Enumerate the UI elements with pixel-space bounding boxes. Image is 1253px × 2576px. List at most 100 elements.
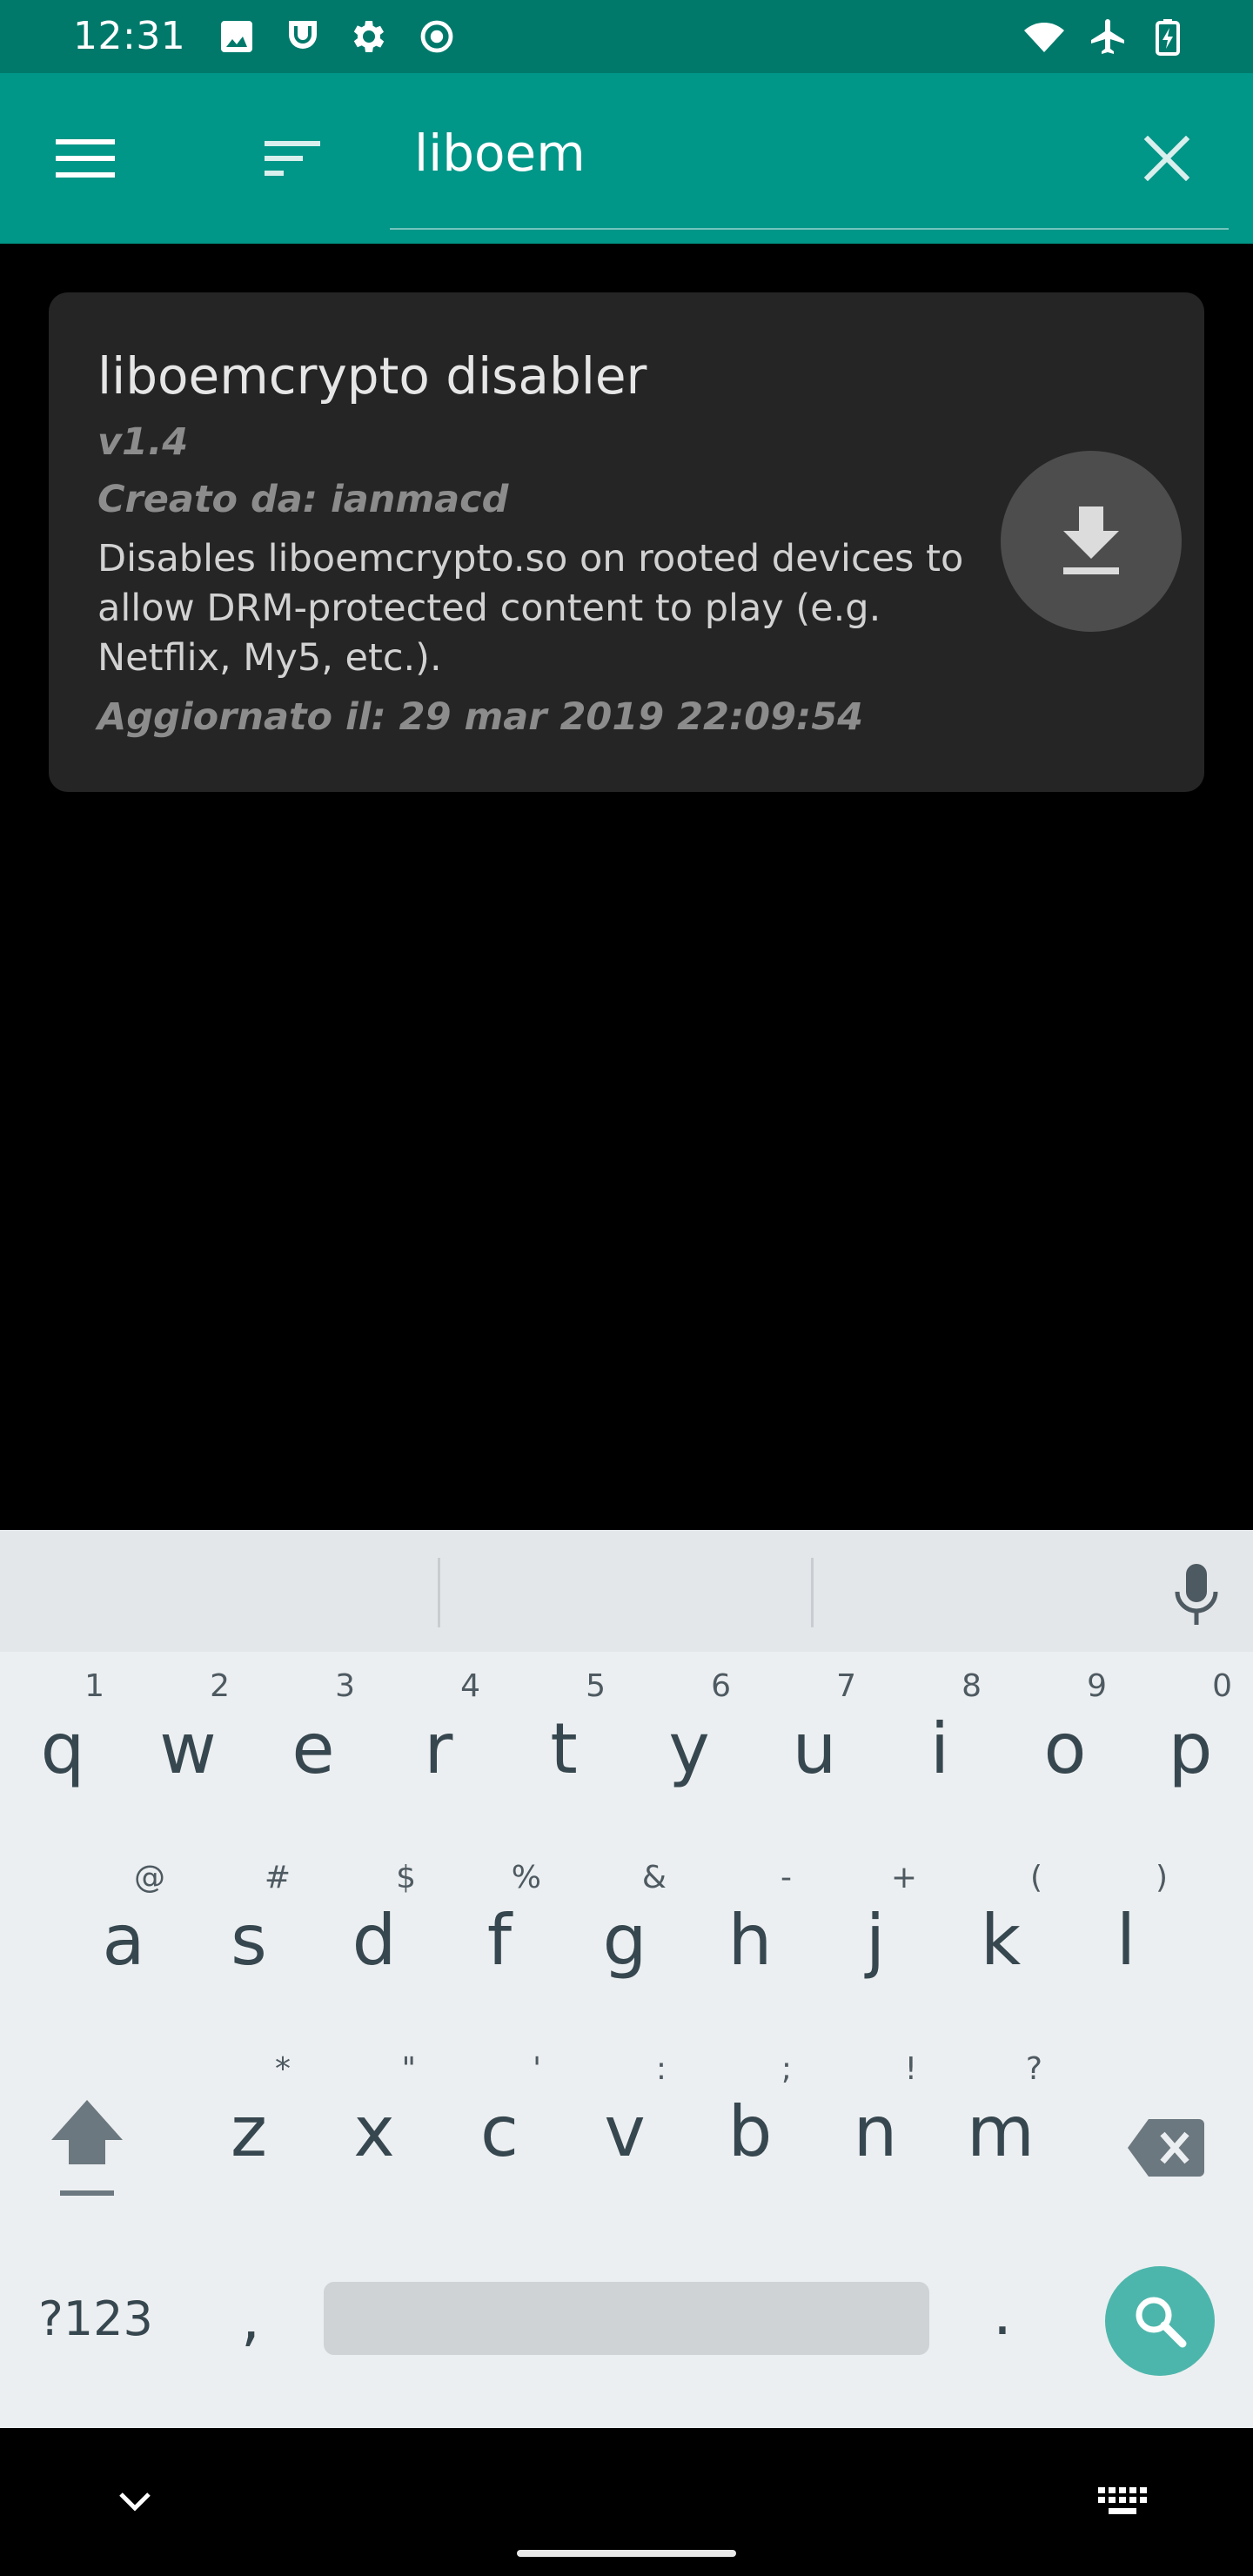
sort-button[interactable]	[251, 117, 334, 200]
key-i[interactable]: 8i	[888, 1652, 992, 1826]
menu-button[interactable]	[44, 117, 127, 200]
key-g[interactable]: & g	[573, 1843, 677, 2017]
key-z[interactable]: * z	[197, 2035, 301, 2209]
key-hint: (	[1029, 1860, 1042, 1895]
key-hint: @	[134, 1860, 165, 1895]
download-icon	[1063, 506, 1119, 574]
key-hint: 1	[84, 1668, 104, 1704]
wifi-icon	[1023, 16, 1065, 57]
key-label: p	[1168, 1708, 1213, 1789]
key-d[interactable]: $ d	[322, 1843, 426, 2017]
suggestion-strip	[0, 1530, 1253, 1652]
key-k[interactable]: (k	[948, 1843, 1053, 2017]
key-y[interactable]: 6y	[637, 1652, 741, 1826]
space-key[interactable]	[324, 2282, 929, 2355]
key-label: x	[353, 2091, 395, 2172]
key-label: a	[102, 1900, 145, 1981]
key-hint: $	[396, 1860, 416, 1895]
key-label: r	[424, 1708, 453, 1789]
key-label: w	[159, 1708, 217, 1789]
key-l[interactable]: ) l	[1074, 1843, 1178, 2017]
key-o[interactable]: 9o	[1013, 1652, 1117, 1826]
download-button[interactable]	[1001, 451, 1182, 632]
key-hint: "	[401, 2051, 416, 2087]
key-hint: '	[533, 2051, 541, 2087]
shift-key[interactable]	[26, 2078, 148, 2217]
key-label: c	[480, 2091, 519, 2172]
key-hint: ?	[1025, 2051, 1042, 2087]
status-time: 12:31	[73, 14, 186, 58]
app-bar	[0, 73, 1253, 244]
key-x[interactable]: " x	[322, 2035, 426, 2209]
module-version: v1.4	[97, 420, 189, 464]
key-n[interactable]: ! n	[823, 2035, 928, 2209]
key-p[interactable]: 0p	[1138, 1652, 1243, 1826]
key-label: b	[727, 2091, 773, 2172]
switch-keyboard-button[interactable]	[1088, 2472, 1157, 2532]
suggestion-divider	[438, 1558, 440, 1627]
key-hint: !	[904, 2051, 917, 2087]
key-label: o	[1043, 1708, 1087, 1789]
module-author: Creato da: ianmacd	[97, 478, 509, 521]
key-label: h	[727, 1900, 773, 1981]
key-label: m	[967, 2091, 1035, 2172]
key-v[interactable]: :v	[573, 2035, 677, 2209]
key-label: u	[792, 1708, 837, 1789]
voice-input-button[interactable]	[1157, 1556, 1236, 1634]
key-hint: 2	[210, 1668, 230, 1704]
key-j[interactable]: + j	[823, 1843, 928, 2017]
key-f[interactable]: % f	[447, 1843, 552, 2017]
key-c[interactable]: ' c	[447, 2035, 552, 2209]
module-card[interactable]: liboemcrypto disabler v1.4 Creato da: ia…	[49, 292, 1204, 792]
battery-charging-icon	[1147, 16, 1189, 57]
key-m[interactable]: ? m	[948, 2035, 1053, 2209]
period-key[interactable]: .	[959, 2270, 1046, 2357]
module-title: liboemcrypto disabler	[97, 346, 647, 406]
search-action-key[interactable]	[1105, 2266, 1215, 2376]
key-label: f	[486, 1900, 513, 1981]
key-label: k	[980, 1900, 1022, 1981]
search-input[interactable]	[414, 118, 1093, 188]
key-label: l	[1116, 1900, 1136, 1981]
gear-icon	[348, 16, 390, 57]
key-u[interactable]: 7u	[762, 1652, 867, 1826]
key-w[interactable]: 2w	[136, 1652, 240, 1826]
key-t[interactable]: 5t	[512, 1652, 616, 1826]
navigation-bar	[0, 2428, 1253, 2576]
hide-keyboard-button[interactable]	[104, 2472, 165, 2532]
key-hint: -	[781, 1860, 792, 1895]
comma-key[interactable]: ,	[207, 2275, 294, 2362]
search-box	[390, 73, 1229, 230]
key-r[interactable]: 4r	[386, 1652, 491, 1826]
key-label: d	[352, 1900, 397, 1981]
image-icon	[216, 16, 258, 57]
key-e[interactable]: 3e	[261, 1652, 365, 1826]
module-description: Disables liboemcrypto.so on rooted devic…	[97, 537, 964, 680]
key-b[interactable]: ; b	[698, 2035, 802, 2209]
key-label: v	[604, 2091, 646, 2172]
key-label: g	[602, 1900, 647, 1981]
key-a[interactable]: @ a	[71, 1843, 176, 2017]
mic-icon	[1175, 1564, 1218, 1625]
chevron-down-icon	[119, 2492, 151, 2512]
key-q[interactable]: 1q	[10, 1652, 115, 1826]
home-gesture-pill[interactable]	[517, 2550, 736, 2557]
key-label: s	[231, 1900, 267, 1981]
key-s[interactable]: # s	[197, 1843, 301, 2017]
backspace-key[interactable]	[1114, 2087, 1218, 2209]
key-h[interactable]: -h	[698, 1843, 802, 2017]
key-label: n	[853, 2091, 898, 2172]
key-hint: 3	[335, 1668, 355, 1704]
keyboard-icon	[1098, 2487, 1147, 2514]
key-hint: ;	[781, 2051, 792, 2087]
menu-icon	[56, 139, 115, 178]
key-hint: %	[511, 1860, 541, 1895]
symbols-key[interactable]: ?123	[26, 2275, 165, 2362]
key-hint: 0	[1212, 1668, 1232, 1704]
key-label: e	[291, 1708, 335, 1789]
status-bar: 12:31	[0, 0, 1253, 73]
key-hint: 9	[1087, 1668, 1107, 1704]
shield-face-icon	[282, 16, 324, 57]
key-hint: #	[264, 1860, 291, 1895]
clear-search-button[interactable]	[1125, 117, 1209, 200]
